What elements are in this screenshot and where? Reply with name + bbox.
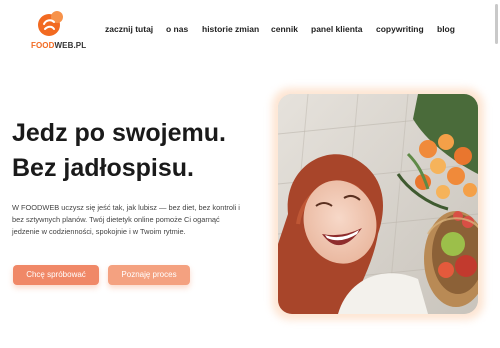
page: FOODWEB.PL zacznij tutaj o nas historie …	[0, 0, 500, 348]
nav-item-blog[interactable]: blog	[437, 24, 455, 34]
nav-item-zacznij-tutaj[interactable]: zacznij tutaj	[105, 24, 153, 34]
brand-name-part1: FOOD	[31, 41, 55, 50]
hero-photo-illustration	[278, 94, 478, 314]
nav-item-historie-zmian[interactable]: historie zmian	[202, 24, 259, 34]
nav-item-o-nas[interactable]: o nas	[166, 24, 188, 34]
process-button[interactable]: Poznaję proces	[108, 265, 190, 285]
hero-lead: W FOODWEB uczysz się jeść tak, jak lubis…	[12, 203, 240, 237]
brand-name-part2: WEB.PL	[54, 41, 87, 50]
hero-headline: Jedz po swojemu. Bez jadłospisu.	[12, 116, 226, 186]
hero-photo	[278, 94, 478, 314]
hero-headline-line2: Bez jadłospisu.	[12, 154, 194, 182]
main-nav: zacznij tutaj o nas historie zmian cenni…	[0, 24, 500, 38]
hero-headline-line1: Jedz po swojemu.	[12, 119, 226, 147]
nav-item-panel-klienta[interactable]: panel klienta	[311, 24, 363, 34]
nav-item-copywriting[interactable]: copywriting	[376, 24, 424, 34]
brand-name: FOODWEB.PL	[31, 41, 86, 50]
nav-item-cennik[interactable]: cennik	[271, 24, 298, 34]
site-header: FOODWEB.PL zacznij tutaj o nas historie …	[0, 0, 500, 60]
page-scrollbar[interactable]	[495, 4, 498, 44]
try-button[interactable]: Chcę spróbować	[13, 265, 99, 285]
